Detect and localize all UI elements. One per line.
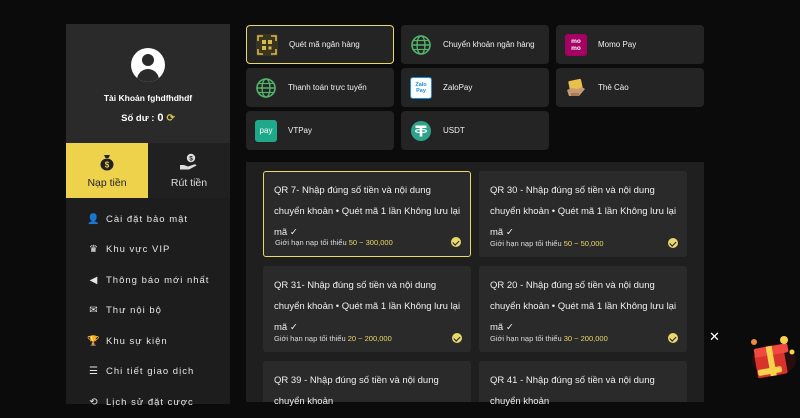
- tether-icon: [410, 120, 432, 142]
- gift-box-icon[interactable]: [748, 330, 800, 382]
- method-label: Quét mã ngân hàng: [289, 40, 360, 49]
- profile-section: Tài Khoản fghdfhdhdf Số dư : 0 ⟳: [66, 24, 230, 143]
- limit-range: 50 ~ 300,000: [348, 238, 393, 247]
- limit-range: 30 ~ 200,000: [563, 334, 608, 343]
- method-label: VTPay: [288, 126, 313, 135]
- menu-security-settings[interactable]: 👤 Cài đặt bảo mật: [66, 204, 230, 235]
- method-label: Chuyển khoản ngân hàng: [443, 40, 535, 49]
- avatar[interactable]: [131, 48, 165, 82]
- envelope-icon: ✉: [89, 305, 99, 317]
- check-icon: [668, 238, 678, 248]
- list-icon: ☰: [89, 366, 99, 378]
- globe-icon: [410, 34, 432, 56]
- globe-icon: [255, 77, 277, 99]
- qr-channel-card[interactable]: QR 20 - Nhập đúng số tiền và nội dung ch…: [479, 266, 687, 352]
- balance: Số dư : 0 ⟳: [121, 112, 175, 124]
- tab-withdraw-label: Rút tiền: [170, 176, 208, 189]
- menu-label: Khu vực VIP: [106, 244, 171, 256]
- account-menu: 👤 Cài đặt bảo mật ♛ Khu vực VIP ◀ Thông báo…: [66, 198, 230, 418]
- menu-label: Cài đặt bảo mật: [106, 213, 189, 225]
- qr-channel-title: QR 41 - Nhập đúng số tiền và nội dung ch…: [490, 375, 655, 407]
- limit-label: Giới hạn nạp tối thiểu: [490, 239, 562, 248]
- qr-channel-card[interactable]: QR 30 - Nhập đúng số tiền và nội dung ch…: [479, 171, 687, 257]
- svg-text:$: $: [189, 155, 193, 162]
- method-zalopay[interactable]: Zalo Pay ZaloPay: [401, 68, 549, 107]
- qr-channel-title: QR 39 - Nhập đúng số tiền và nội dung ch…: [274, 375, 439, 407]
- tab-deposit-label: Nạp tiền: [87, 176, 127, 189]
- menu-transaction-details[interactable]: ☰ Chi tiết giao dịch: [66, 357, 230, 388]
- balance-label: Số dư :: [121, 112, 155, 124]
- svg-text:$: $: [105, 160, 110, 169]
- megaphone-icon: ◀: [89, 274, 99, 286]
- deposit-limit: Giới hạn nạp tối thiểu 20 ~ 200,000: [274, 334, 392, 343]
- withdraw-hand-icon: $: [180, 153, 197, 169]
- qr-channel-title: QR 30 - Nhập đúng số tiền và nội dung ch…: [490, 185, 677, 238]
- method-label: Thanh toán trực tuyến: [288, 83, 367, 92]
- limit-label: Giới hạn nạp tối thiểu: [275, 238, 347, 247]
- account-name: Tài Khoản fghdfhdhdf: [103, 93, 193, 103]
- qr-scan-icon: [256, 33, 278, 56]
- limit-range: 50 ~ 50,000: [563, 239, 604, 248]
- close-icon[interactable]: ✕: [709, 329, 720, 345]
- check-icon: [451, 237, 461, 247]
- method-online-payment[interactable]: Thanh toán trực tuyến: [246, 68, 394, 107]
- crown-icon: ♛: [89, 244, 99, 256]
- refresh-icon[interactable]: ⟳: [167, 113, 175, 124]
- limit-range: 20 ~ 200,000: [347, 334, 392, 343]
- method-bank-qr[interactable]: Quét mã ngân hàng: [246, 25, 394, 64]
- qr-channel-card[interactable]: QR 7- Nhập đúng số tiền và nội dung chuy…: [263, 171, 471, 257]
- qr-channel-card[interactable]: QR 39 - Nhập đúng số tiền và nội dung ch…: [263, 361, 471, 407]
- method-label: ZaloPay: [443, 83, 473, 92]
- qr-channel-card[interactable]: QR 31- Nhập đúng số tiền và nội dung chu…: [263, 266, 471, 352]
- check-icon: [668, 333, 678, 343]
- deposit-withdraw-tabs: $ Nạp tiền $ Rút tiền: [66, 143, 230, 198]
- scratch-card-icon: [565, 77, 587, 99]
- menu-label: Khu sự kiện: [106, 335, 168, 347]
- menu-bet-history[interactable]: ⟲ Lịch sử đặt cược: [66, 387, 230, 418]
- zalopay-icon: Zalo Pay: [410, 76, 432, 99]
- method-label: USDT: [443, 126, 465, 135]
- tab-withdraw[interactable]: $ Rút tiền: [148, 143, 230, 198]
- user-lock-icon: 👤: [87, 213, 101, 225]
- tab-deposit[interactable]: $ Nạp tiền: [66, 143, 148, 198]
- momo-icon: mo mo: [565, 33, 587, 56]
- method-scratch-card[interactable]: Thẻ Cào: [556, 68, 704, 107]
- vtpay-icon: pay: [255, 119, 277, 142]
- method-label: Momo Pay: [598, 40, 637, 49]
- menu-label: Thư nội bộ: [106, 305, 162, 317]
- deposit-limit: Giới hạn nạp tối thiểu 50 ~ 300,000: [275, 238, 393, 247]
- qr-channel-title: QR 7- Nhập đúng số tiền và nội dung chuy…: [274, 185, 461, 238]
- account-sidebar: Tài Khoản fghdfhdhdf Số dư : 0 ⟳ $ Nạp t…: [66, 24, 230, 408]
- history-icon: ⟲: [89, 396, 99, 408]
- menu-label: Thông báo mới nhất: [106, 274, 210, 286]
- trophy-icon: 🏆: [87, 335, 101, 347]
- qr-channel-title: QR 31- Nhập đúng số tiền và nội dung chu…: [274, 280, 461, 333]
- deposit-limit: Giới hạn nạp tối thiểu 50 ~ 50,000: [490, 239, 604, 248]
- method-label: Thẻ Cào: [598, 83, 629, 92]
- limit-label: Giới hạn nạp tối thiểu: [274, 334, 346, 343]
- qr-channel-title: QR 20 - Nhập đúng số tiền và nội dung ch…: [490, 280, 677, 333]
- qr-channel-card[interactable]: QR 41 - Nhập đúng số tiền và nội dung ch…: [479, 361, 687, 407]
- menu-internal-mail[interactable]: ✉ Thư nội bộ: [66, 296, 230, 327]
- menu-label: Chi tiết giao dịch: [106, 366, 195, 378]
- method-momo-pay[interactable]: mo mo Momo Pay: [556, 25, 704, 64]
- momo-logo-text: mo mo: [571, 37, 581, 52]
- vtpay-logo-text: pay: [259, 126, 273, 135]
- check-icon: [452, 333, 462, 343]
- menu-latest-notices[interactable]: ◀ Thông báo mới nhất: [66, 265, 230, 296]
- menu-events[interactable]: 🏆 Khu sự kiện: [66, 326, 230, 357]
- qr-channel-panel: QR 7- Nhập đúng số tiền và nội dung chuy…: [246, 162, 704, 407]
- balance-value: 0: [157, 112, 164, 124]
- zalopay-logo-text: Zalo Pay: [415, 81, 427, 94]
- method-bank-transfer[interactable]: Chuyển khoản ngân hàng: [401, 25, 549, 64]
- method-usdt[interactable]: USDT: [401, 111, 549, 150]
- deposit-bag-icon: $: [100, 154, 114, 170]
- method-vtpay[interactable]: pay VTPay: [246, 111, 394, 150]
- menu-vip-area[interactable]: ♛ Khu vực VIP: [66, 235, 230, 266]
- menu-label: Lịch sử đặt cược: [106, 396, 194, 408]
- deposit-limit: Giới hạn nạp tối thiểu 30 ~ 200,000: [490, 334, 608, 343]
- limit-label: Giới hạn nạp tối thiểu: [490, 334, 562, 343]
